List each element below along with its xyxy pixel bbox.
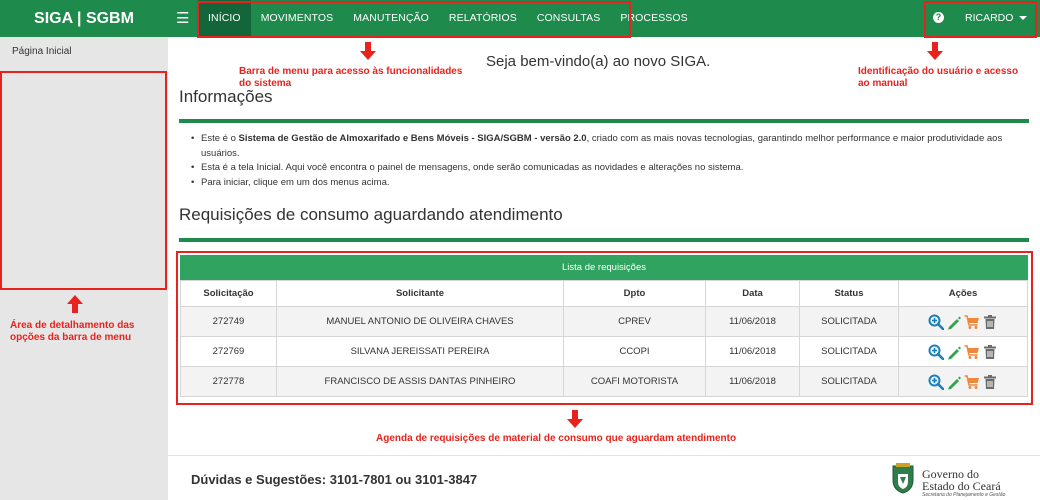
info-bullet: Este é o Sistema de Gestão de Almoxarifa… xyxy=(191,132,1021,161)
table-annotation: Agenda de requisições de material de con… xyxy=(376,433,737,444)
gov-name-line2: Estado do Ceará xyxy=(922,479,1001,493)
menu-highlight-box xyxy=(197,1,631,38)
user-annotation-line2: ao manual xyxy=(858,78,908,89)
info-list: Este é o Sistema de Gestão de Almoxarifa… xyxy=(191,132,1021,190)
system-name: Sistema de Gestão de Almoxarifado e Bens… xyxy=(238,133,587,144)
user-highlight-box xyxy=(924,1,1037,38)
app-brand[interactable]: SIGA | SGBM xyxy=(0,0,168,37)
footer-contact: Dúvidas e Sugestões: 3101-7801 ou 3101-3… xyxy=(191,472,478,487)
info-bullet-prefix: Este é o xyxy=(201,133,239,144)
arrow-down-icon xyxy=(360,42,376,60)
footer-divider xyxy=(168,455,1040,456)
arrow-down-icon xyxy=(927,42,943,60)
sidebar-highlight-box xyxy=(0,71,167,290)
info-bullet: Esta é a tela Inicial. Aqui você encontr… xyxy=(191,161,1021,176)
info-divider xyxy=(179,119,1029,123)
arrow-down-icon xyxy=(567,410,583,428)
sidebar-item-pagina-inicial[interactable]: Página Inicial xyxy=(12,46,71,57)
table-highlight-box xyxy=(176,251,1033,405)
welcome-message: Seja bem-vindo(a) ao novo SIGA. xyxy=(486,53,711,70)
hamburger-menu-icon[interactable]: ☰ xyxy=(176,10,189,27)
info-bullet: Para iniciar, clique em um dos menus aci… xyxy=(191,176,1021,191)
sidebar-annotation-line2: opções da barra de menu xyxy=(10,332,132,343)
gov-subtitle: Secretaria do Planejamento e Gestão xyxy=(922,492,1006,498)
arrow-up-icon xyxy=(67,295,83,313)
requests-heading: Requisições de consumo aguardando atendi… xyxy=(179,205,563,224)
requests-divider xyxy=(179,238,1029,242)
menu-annotation-line1: Barra de menu para acesso às funcionalid… xyxy=(239,66,463,77)
sidebar-annotation-line1: Área de detalhamento das xyxy=(10,320,135,331)
ceara-coat-of-arms-icon xyxy=(892,463,914,494)
user-annotation-line1: Identificação do usuário e acesso xyxy=(858,66,1019,77)
info-heading: Informações xyxy=(179,87,273,106)
